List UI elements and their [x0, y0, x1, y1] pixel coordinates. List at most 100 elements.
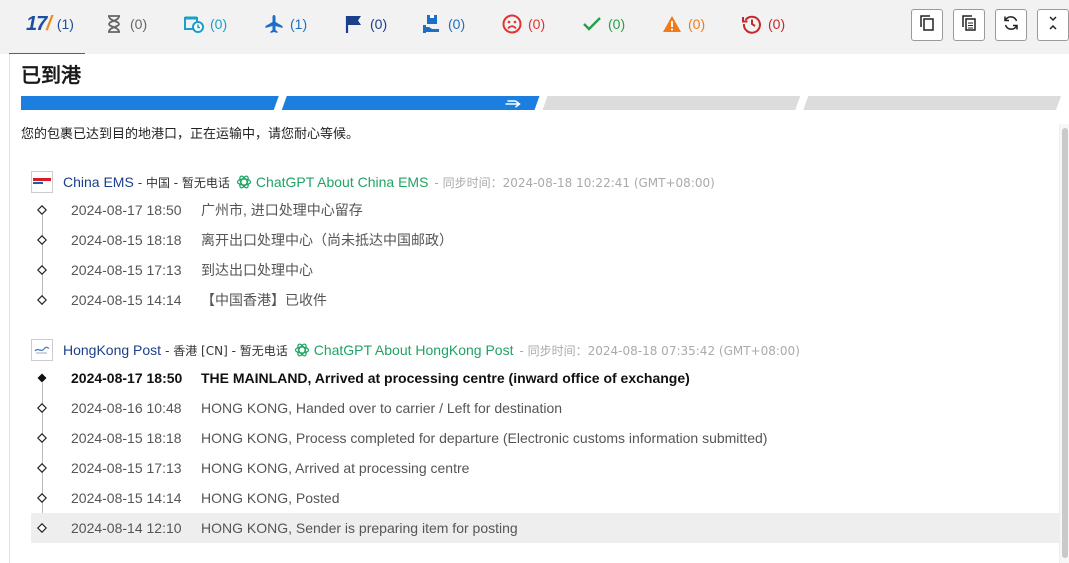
event-row: 2024-08-15 14:14 【中国香港】已收件 — [31, 285, 1059, 315]
copy-all-button[interactable] — [953, 9, 985, 41]
tab-all-count: (1) — [56, 16, 74, 32]
progress-bar — [21, 96, 1061, 110]
tab-delivered-count: (0) — [608, 16, 626, 32]
chatgpt-link-label: ChatGPT About HongKong Post — [313, 342, 514, 358]
tab-returned[interactable]: (0) — [742, 13, 785, 35]
tab-not-found-count: (0) — [130, 16, 148, 32]
event-row: 2024-08-16 10:48 HONG KONG, Handed over … — [31, 393, 1059, 423]
hkpost-logo-icon — [31, 339, 53, 361]
event-text: HONG KONG, Sender is preparing item for … — [201, 520, 518, 536]
refresh-icon — [1003, 15, 1019, 36]
hourglass-icon — [104, 14, 124, 34]
tab-alert-count: (0) — [688, 16, 706, 32]
event-row-hovered: 2024-08-14 12:10 HONG KONG, Sender is pr… — [31, 513, 1059, 543]
event-time: 2024-08-15 17:13 — [71, 262, 182, 278]
progress-segment — [542, 96, 801, 110]
event-row-latest: 2024-08-17 18:50 THE MAINLAND, Arrived a… — [31, 363, 1059, 393]
sync-time: - 同步时间：2024-08-18 07:35:42 (GMT+08:00) — [519, 343, 800, 358]
carrier-name[interactable]: China EMS — [63, 174, 134, 190]
diamond-icon — [37, 523, 47, 533]
tab-info-received[interactable]: (0) — [184, 13, 227, 35]
diamond-icon — [37, 295, 47, 305]
carrier-header: HongKong Post - 香港 [CN] - 暂无电话 ChatGPT A… — [31, 339, 800, 361]
event-time: 2024-08-15 18:18 — [71, 232, 182, 248]
event-time: 2024-08-17 18:50 — [71, 370, 183, 386]
flag-icon — [344, 14, 364, 34]
event-row: 2024-08-15 18:18 离开出口处理中心（尚未抵达中国邮政） — [31, 225, 1059, 255]
event-row: 2024-08-15 14:14 HONG KONG, Posted — [31, 483, 1059, 513]
tab-not-found[interactable]: (0) — [104, 13, 147, 35]
event-time: 2024-08-15 14:14 — [71, 490, 182, 506]
progress-segment — [281, 96, 540, 110]
scrollbar[interactable] — [1059, 124, 1069, 563]
event-time: 2024-08-16 10:48 — [71, 400, 182, 416]
event-time: 2024-08-14 12:10 — [71, 520, 182, 536]
event-time: 2024-08-15 17:13 — [71, 460, 182, 476]
event-text: HONG KONG, Handed over to carrier / Left… — [201, 400, 563, 416]
tab-pickup[interactable]: (0) — [422, 13, 465, 35]
status-title: 已到港 — [21, 63, 81, 87]
event-text: THE MAINLAND, Arrived at processing cent… — [201, 370, 690, 386]
diamond-icon — [37, 403, 47, 413]
tab-in-transit-count: (1) — [290, 16, 308, 32]
event-time: 2024-08-15 14:14 — [71, 292, 182, 308]
carrier-meta: - 中国 - 暂无电话 — [137, 175, 230, 190]
diamond-icon — [37, 205, 47, 215]
event-time: 2024-08-17 18:50 — [71, 202, 182, 218]
event-text: 广州市, 进口处理中心留存 — [201, 202, 363, 218]
chatgpt-icon — [294, 342, 310, 358]
event-text: HONG KONG, Process completed for departu… — [201, 430, 768, 446]
checkmark-icon — [582, 14, 602, 34]
tab-all[interactable]: 17/ (1) — [9, 13, 85, 55]
status-tab-bar: 17/ (1) (0) (0) (1) (0) (0) (0) (0) (0) … — [0, 0, 1069, 55]
collapse-icon — [1047, 15, 1059, 35]
parcel-hand-icon — [422, 14, 442, 34]
progress-segment — [803, 96, 1061, 110]
chatgpt-link[interactable]: ChatGPT About China EMS — [236, 174, 429, 190]
tab-undelivered[interactable]: (0) — [502, 13, 545, 35]
chatgpt-link[interactable]: ChatGPT About HongKong Post — [294, 342, 514, 358]
chatgpt-link-label: ChatGPT About China EMS — [255, 174, 429, 190]
ems-logo-icon — [31, 171, 53, 193]
tab-expired[interactable]: (0) — [344, 13, 387, 35]
refresh-button[interactable] — [995, 9, 1027, 41]
collapse-button[interactable] — [1037, 9, 1069, 41]
diamond-icon — [37, 235, 47, 245]
tab-undelivered-count: (0) — [528, 16, 546, 32]
tab-alert[interactable]: (0) — [662, 13, 705, 35]
event-text: 到达出口处理中心 — [201, 262, 313, 278]
tab-info-received-count: (0) — [210, 16, 228, 32]
diamond-icon — [37, 493, 47, 503]
event-text: HONG KONG, Posted — [201, 490, 340, 506]
tab-expired-count: (0) — [370, 16, 388, 32]
tab-returned-count: (0) — [768, 16, 786, 32]
sync-time: - 同步时间：2024-08-18 10:22:41 (GMT+08:00) — [434, 175, 715, 190]
event-text: 【中国香港】已收件 — [201, 292, 327, 308]
scrollbar-thumb[interactable] — [1062, 128, 1068, 558]
chatgpt-icon — [236, 174, 252, 190]
copy-all-icon — [962, 14, 976, 36]
carrier-name[interactable]: HongKong Post — [63, 342, 161, 358]
event-text: HONG KONG, Arrived at processing centre — [201, 460, 470, 476]
event-row: 2024-08-17 18:50 广州市, 进口处理中心留存 — [31, 195, 1059, 225]
event-row: 2024-08-15 17:13 到达出口处理中心 — [31, 255, 1059, 285]
tab-pickup-count: (0) — [448, 16, 466, 32]
sad-face-icon — [502, 14, 522, 34]
diamond-icon — [37, 463, 47, 473]
diamond-filled-icon — [37, 373, 47, 383]
carrier-header: China EMS - 中国 - 暂无电话 ChatGPT About Chin… — [31, 171, 715, 193]
copy-button[interactable] — [911, 9, 943, 41]
tab-in-transit[interactable]: (1) — [264, 13, 307, 35]
diamond-icon — [37, 433, 47, 443]
progress-segment — [21, 96, 279, 110]
carrier-meta: - 香港 [CN] - 暂无电话 — [165, 343, 288, 358]
airplane-icon — [264, 14, 284, 34]
event-row: 2024-08-15 18:18 HONG KONG, Process comp… — [31, 423, 1059, 453]
status-description: 您的包裹已达到目的地港口，正在运输中，请您耐心等候。 — [21, 127, 360, 142]
event-time: 2024-08-15 18:18 — [71, 430, 182, 446]
event-text: 离开出口处理中心（尚未抵达中国邮政） — [201, 232, 453, 248]
truck-clock-icon — [184, 14, 204, 34]
tab-delivered[interactable]: (0) — [582, 13, 625, 35]
diamond-icon — [37, 265, 47, 275]
warning-icon — [662, 14, 682, 34]
